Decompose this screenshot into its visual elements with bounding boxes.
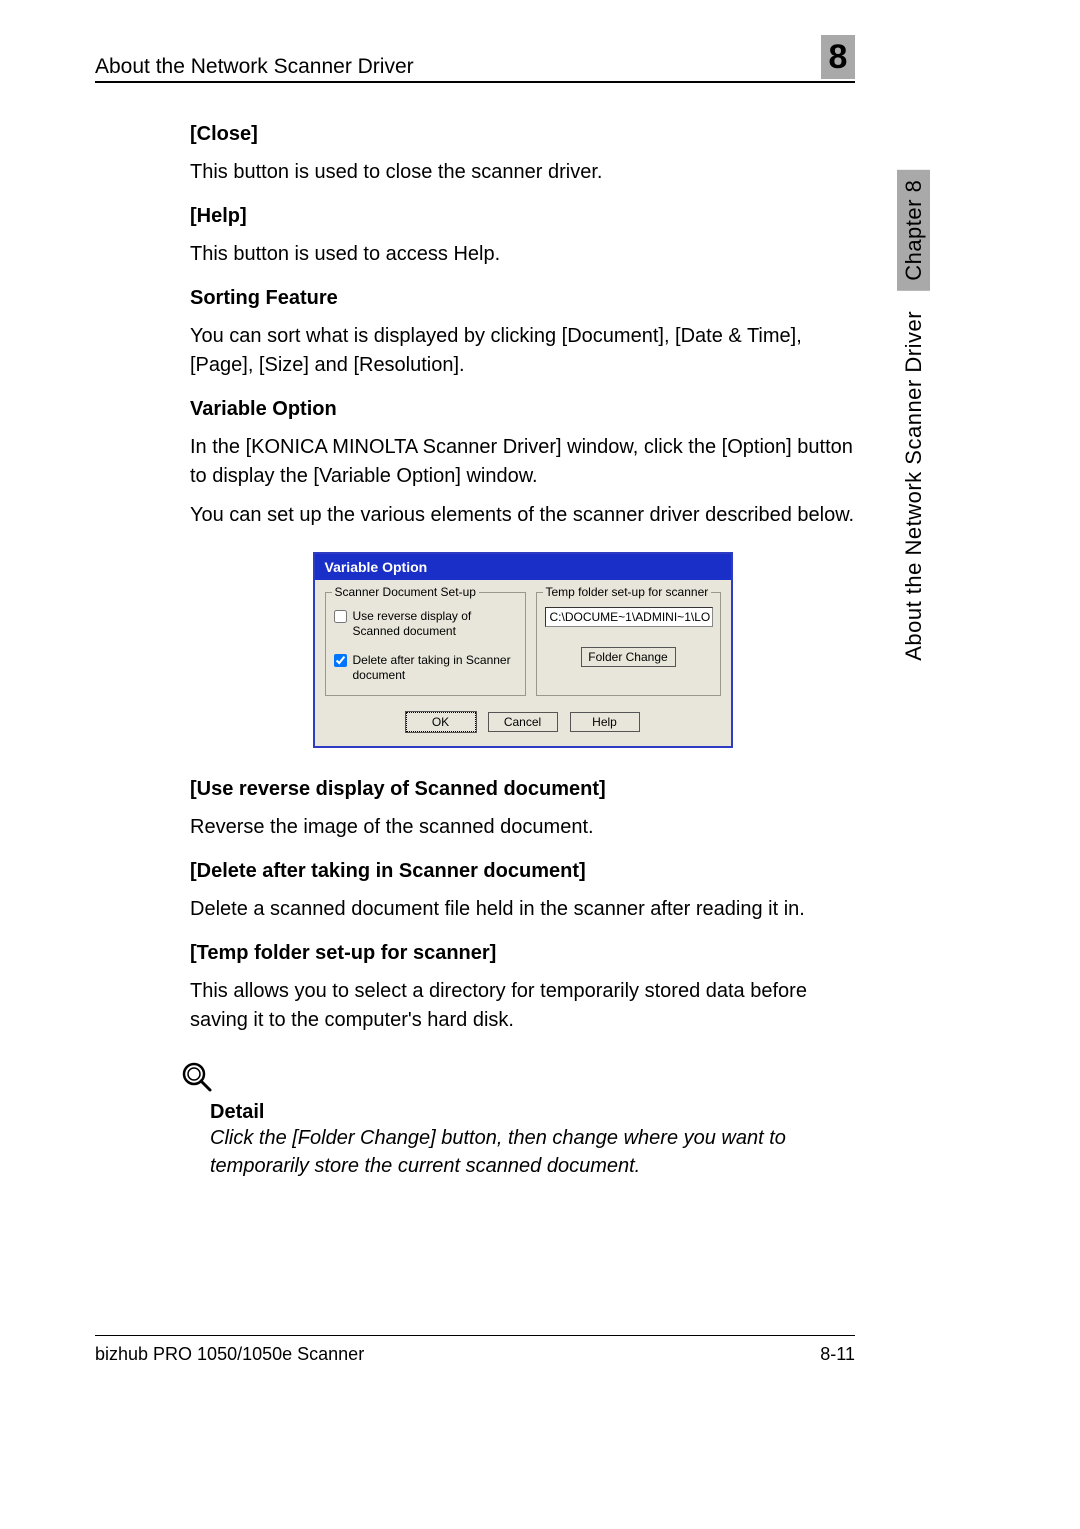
section-reverse-text: Reverse the image of the scanned documen…: [190, 813, 855, 842]
page-header: About the Network Scanner Driver 8: [95, 35, 855, 83]
side-tab-chapter: Chapter 8: [897, 170, 930, 291]
reverse-display-checkbox-row[interactable]: Use reverse display of Scanned document: [334, 609, 517, 639]
section-help-heading: [Help]: [190, 205, 855, 228]
section-sorting-heading: Sorting Feature: [190, 287, 855, 310]
section-delete-heading: [Delete after taking in Scanner document…: [190, 860, 855, 883]
section-temp-text: This allows you to select a directory fo…: [190, 977, 855, 1035]
temp-folder-setup-legend: Temp folder set-up for scanner: [543, 585, 712, 599]
section-variable-text-2: You can set up the various elements of t…: [190, 501, 855, 530]
section-delete-text: Delete a scanned document file held in t…: [190, 895, 855, 924]
section-sorting-text: You can sort what is displayed by clicki…: [190, 322, 855, 380]
scanner-document-setup-group: Scanner Document Set-up Use reverse disp…: [325, 592, 526, 696]
folder-change-button[interactable]: Folder Change: [581, 647, 676, 667]
section-temp-heading: [Temp folder set-up for scanner]: [190, 942, 855, 965]
scanner-document-setup-legend: Scanner Document Set-up: [332, 585, 479, 599]
section-close-text: This button is used to close the scanner…: [190, 158, 855, 187]
footer-left: bizhub PRO 1050/1050e Scanner: [95, 1344, 364, 1365]
header-title: About the Network Scanner Driver: [95, 55, 414, 79]
magnifier-icon: [180, 1060, 214, 1094]
delete-after-label: Delete after taking in Scanner document: [353, 653, 517, 683]
page-footer: bizhub PRO 1050/1050e Scanner 8-11: [95, 1335, 855, 1365]
side-tab: About the Network Scanner Driver Chapter…: [901, 170, 927, 661]
detail-label: Detail: [210, 1101, 855, 1124]
temp-folder-setup-group: Temp folder set-up for scanner C:\DOCUME…: [536, 592, 721, 696]
ok-button[interactable]: OK: [406, 712, 476, 732]
section-help-text: This button is used to access Help.: [190, 240, 855, 269]
variable-option-dialog: Variable Option Scanner Document Set-up …: [313, 552, 733, 748]
reverse-display-checkbox[interactable]: [334, 610, 347, 623]
section-close-heading: [Close]: [190, 123, 855, 146]
side-tab-section: About the Network Scanner Driver: [901, 311, 926, 661]
temp-folder-path-field[interactable]: C:\DOCUME~1\ADMINI~1\LO: [545, 607, 713, 627]
delete-after-checkbox-row[interactable]: Delete after taking in Scanner document: [334, 653, 517, 683]
reverse-display-label: Use reverse display of Scanned document: [353, 609, 517, 639]
help-button[interactable]: Help: [570, 712, 640, 732]
chapter-number-box: 8: [821, 35, 855, 79]
footer-right: 8-11: [820, 1344, 855, 1365]
section-variable-heading: Variable Option: [190, 398, 855, 421]
section-reverse-heading: [Use reverse display of Scanned document…: [190, 778, 855, 801]
section-variable-text-1: In the [KONICA MINOLTA Scanner Driver] w…: [190, 433, 855, 491]
dialog-titlebar: Variable Option: [315, 554, 731, 580]
detail-text: Click the [Folder Change] button, then c…: [210, 1124, 855, 1180]
delete-after-checkbox[interactable]: [334, 654, 347, 667]
cancel-button[interactable]: Cancel: [488, 712, 558, 732]
